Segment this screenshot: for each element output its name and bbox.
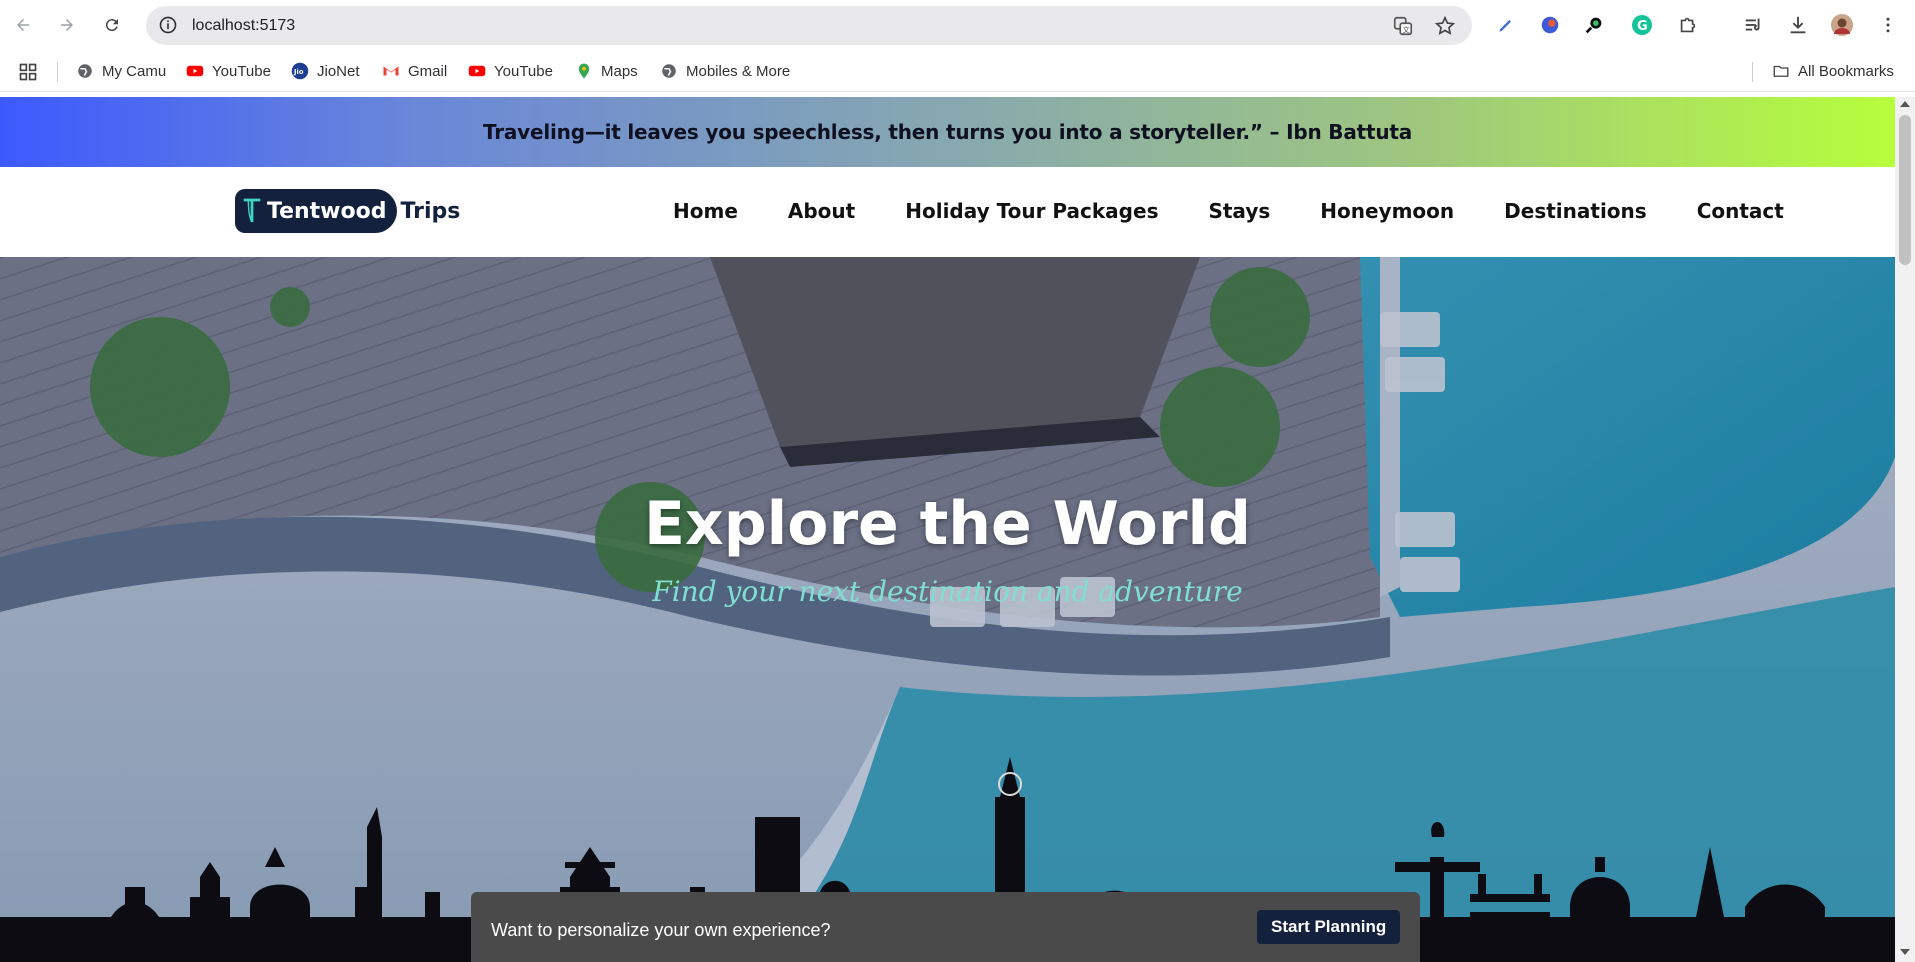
youtube-icon [468,62,486,80]
bookmarks-divider [1752,62,1753,82]
quote-banner: Traveling—it leaves you speechless, then… [0,97,1895,167]
globe-icon [76,62,94,80]
nav-destinations[interactable]: Destinations [1504,199,1647,223]
nav-about[interactable]: About [788,199,855,223]
site-info-icon[interactable] [158,15,178,35]
main-nav: Home About Holiday Tour Packages Stays H… [673,199,1784,223]
bookmarks-divider [57,62,58,82]
gmail-icon [382,62,400,80]
pen-extension-icon[interactable] [1494,13,1518,37]
media-control-icon[interactable] [1742,13,1766,37]
quote-text: Traveling—it leaves you speechless, then… [482,120,1413,144]
hero-background-image [0,257,1895,962]
nav-stays[interactable]: Stays [1208,199,1270,223]
bookmark-label: Gmail [408,62,448,80]
back-icon[interactable] [10,12,36,38]
bookmark-maps[interactable]: Maps [575,62,638,80]
jio-icon: Jio [291,62,309,80]
logo-suffix: Trips [400,198,461,224]
bookmarks-bar: My Camu YouTube Jio JioNet Gmail YouTube… [0,52,1915,92]
start-planning-button[interactable]: Start Planning [1257,910,1401,944]
hero-subtitle: Find your next destination and adventure [652,575,1243,608]
browser-menu-icon[interactable] [1876,13,1900,37]
cta-text: Want to personalize your own experience? [491,920,831,940]
logo-badge: Tentwood [235,189,397,233]
youtube-icon [186,62,204,80]
browser-toolbar: localhost:5173 文 G [0,0,1915,52]
translate-icon[interactable]: 文 [1392,15,1414,37]
download-icon[interactable] [1786,13,1810,37]
bookmark-label: JioNet [317,62,360,80]
site-logo[interactable]: Tentwood Trips [235,189,460,233]
svg-text:Jio: Jio [293,68,304,76]
extensions-puzzle-icon[interactable] [1676,13,1700,37]
logo-brand: Tentwood [267,198,387,224]
scroll-up-arrow-icon[interactable] [1900,101,1910,107]
forward-icon[interactable] [54,12,80,38]
svg-text:G: G [1637,19,1648,34]
bookmark-label: YouTube [494,62,553,80]
globe-icon [660,62,678,80]
all-bookmarks-label: All Bookmarks [1798,62,1894,80]
profile-avatar[interactable] [1830,13,1854,37]
scroll-down-arrow-icon[interactable] [1900,949,1910,955]
bookmark-label: Mobiles & More [686,62,791,80]
web-page: Traveling—it leaves you speechless, then… [0,97,1895,962]
grammarly-icon[interactable]: G [1630,13,1654,37]
apps-grid-icon[interactable] [18,62,38,82]
bookmark-my-camu[interactable]: My Camu [76,62,166,80]
bookmark-label: My Camu [102,62,167,80]
bookmark-jionet[interactable]: Jio JioNet [291,62,360,80]
reload-icon[interactable] [99,12,125,38]
svg-text:文: 文 [1403,25,1411,34]
address-bar[interactable]: localhost:5173 文 [146,6,1472,45]
nav-holiday-tour-packages[interactable]: Holiday Tour Packages [905,199,1158,223]
nav-honeymoon[interactable]: Honeymoon [1320,199,1454,223]
nav-contact[interactable]: Contact [1697,199,1784,223]
personalize-cta-bar: Want to personalize your own experience?… [471,892,1420,962]
folder-icon [1772,62,1790,80]
bookmark-star-icon[interactable] [1434,15,1456,37]
tent-t-logo-icon [243,198,261,223]
maps-icon [575,62,593,80]
bookmark-label: Maps [601,62,638,80]
hero-section: Explore the World Find your next destina… [0,257,1895,962]
bookmark-gmail[interactable]: Gmail [382,62,447,80]
bookmark-mobiles-more[interactable]: Mobiles & More [660,62,790,80]
bookmark-youtube-1[interactable]: YouTube [186,62,271,80]
site-header: Tentwood Trips Home About Holiday Tour P… [0,167,1895,257]
nav-home[interactable]: Home [673,199,738,223]
hero-title: Explore the World [644,489,1251,559]
bookmark-youtube-2[interactable]: YouTube [468,62,553,80]
search-extension-icon[interactable] [1582,13,1606,37]
page-scrollbar[interactable] [1895,97,1915,962]
url-text: localhost:5173 [192,16,296,34]
bookmark-label: YouTube [212,62,271,80]
globe-extension-icon[interactable] [1538,13,1562,37]
scroll-thumb[interactable] [1899,115,1911,265]
all-bookmarks[interactable]: All Bookmarks [1772,62,1894,80]
